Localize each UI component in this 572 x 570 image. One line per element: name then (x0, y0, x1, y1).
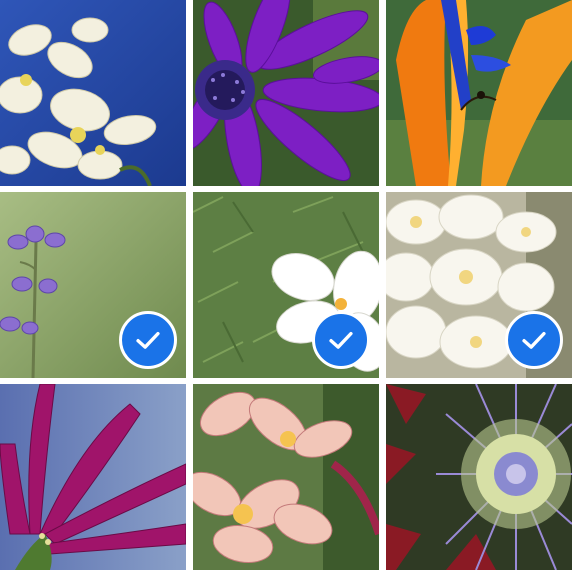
photo-tile-6[interactable] (386, 192, 572, 378)
photo-bird-of-paradise (386, 0, 572, 186)
photo-tile-1[interactable] (0, 0, 186, 186)
photo-tile-7[interactable] (0, 384, 186, 570)
photo-plumeria-white-blue-sky (0, 0, 186, 186)
photo-protea-flower (386, 384, 572, 570)
photo-grid (0, 0, 572, 570)
photo-tile-4[interactable] (0, 192, 186, 378)
photo-pink-yellow-plumeria (193, 384, 379, 570)
checkmark-circle-icon (312, 311, 370, 369)
photo-tile-8[interactable] (193, 384, 379, 570)
checkmark-circle-icon (119, 311, 177, 369)
photo-tile-3[interactable] (386, 0, 572, 186)
photo-tile-2[interactable] (193, 0, 379, 186)
checkmark-circle-icon (505, 311, 563, 369)
photo-tile-5[interactable] (193, 192, 379, 378)
photo-tile-9[interactable] (386, 384, 572, 570)
photo-magenta-petals (0, 384, 186, 570)
photo-purple-daisy (193, 0, 379, 186)
